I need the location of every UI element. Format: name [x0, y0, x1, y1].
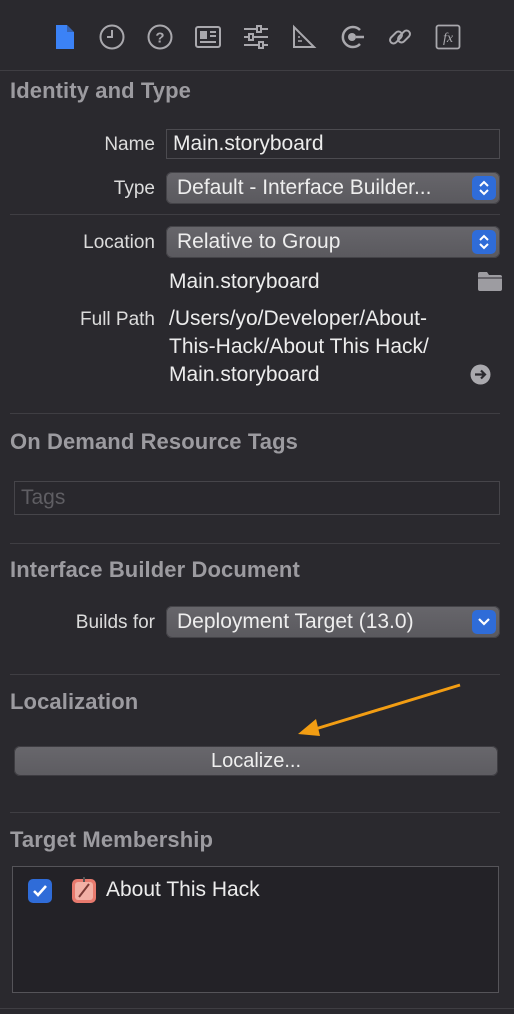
location-label: Location [83, 232, 155, 253]
ib-document-divider [10, 674, 500, 675]
builds-for-popup[interactable]: Deployment Target (13.0) [166, 606, 500, 638]
localization-section-title: Localization [10, 689, 139, 714]
full-path-label: Full Path [80, 309, 155, 330]
connections-icon[interactable] [337, 22, 367, 52]
attributes-icon[interactable] [241, 22, 271, 52]
svg-text:?: ? [155, 30, 164, 47]
identity-bottom-divider [10, 413, 500, 414]
odr-section-title: On Demand Resource Tags [10, 429, 298, 454]
target-membership-section-title: Target Membership [10, 827, 213, 852]
history-icon[interactable] [97, 22, 127, 52]
odr-divider [10, 543, 500, 544]
bottom-divider [0, 1008, 514, 1009]
bindings-icon[interactable] [385, 22, 415, 52]
inspector-toolbar: ? fx [0, 0, 514, 70]
reveal-in-finder-icon[interactable] [470, 364, 491, 390]
checkmark-icon [33, 885, 47, 897]
localization-divider [10, 812, 500, 813]
localize-button[interactable]: Localize... [14, 746, 498, 776]
target-name: About This Hack [106, 878, 260, 901]
full-path-line-1: /Users/yo/Developer/About- [169, 307, 427, 330]
name-field[interactable]: Main.storyboard [166, 129, 500, 159]
ib-document-section-title: Interface Builder Document [10, 557, 300, 582]
builds-for-value: Deployment Target (13.0) [177, 610, 414, 633]
type-popup-value: Default - Interface Builder... [177, 176, 432, 199]
type-popup[interactable]: Default - Interface Builder... [166, 172, 500, 204]
type-label: Type [113, 178, 155, 199]
identity-divider [10, 214, 500, 215]
popup-arrows-icon [472, 230, 496, 254]
target-checkbox[interactable] [28, 879, 52, 903]
effects-icon[interactable]: fx [433, 22, 463, 52]
location-popup-value: Relative to Group [177, 230, 341, 253]
full-path-line-2: This-Hack/About This Hack/ [169, 335, 429, 358]
full-path-line-3: Main.storyboard [169, 363, 320, 386]
toolbar-divider [0, 70, 514, 71]
identity-section-title: Identity and Type [10, 78, 191, 103]
help-icon[interactable]: ? [145, 22, 175, 52]
svg-text:fx: fx [443, 31, 454, 46]
builds-for-label: Builds for [75, 612, 155, 633]
chevron-down-icon [472, 610, 496, 634]
size-icon[interactable] [289, 22, 319, 52]
file-name: Main.storyboard [169, 270, 320, 293]
popup-arrows-icon [472, 176, 496, 200]
annotation-arrow-icon [298, 683, 461, 736]
target-membership-list: About This Hack [12, 866, 499, 993]
file-inspector-icon[interactable] [50, 22, 80, 52]
identity-icon[interactable] [193, 22, 223, 52]
folder-icon[interactable] [477, 271, 503, 297]
tags-field[interactable]: Tags [14, 481, 500, 515]
app-target-icon [71, 876, 97, 909]
name-label: Name [104, 134, 155, 155]
location-popup[interactable]: Relative to Group [166, 226, 500, 258]
